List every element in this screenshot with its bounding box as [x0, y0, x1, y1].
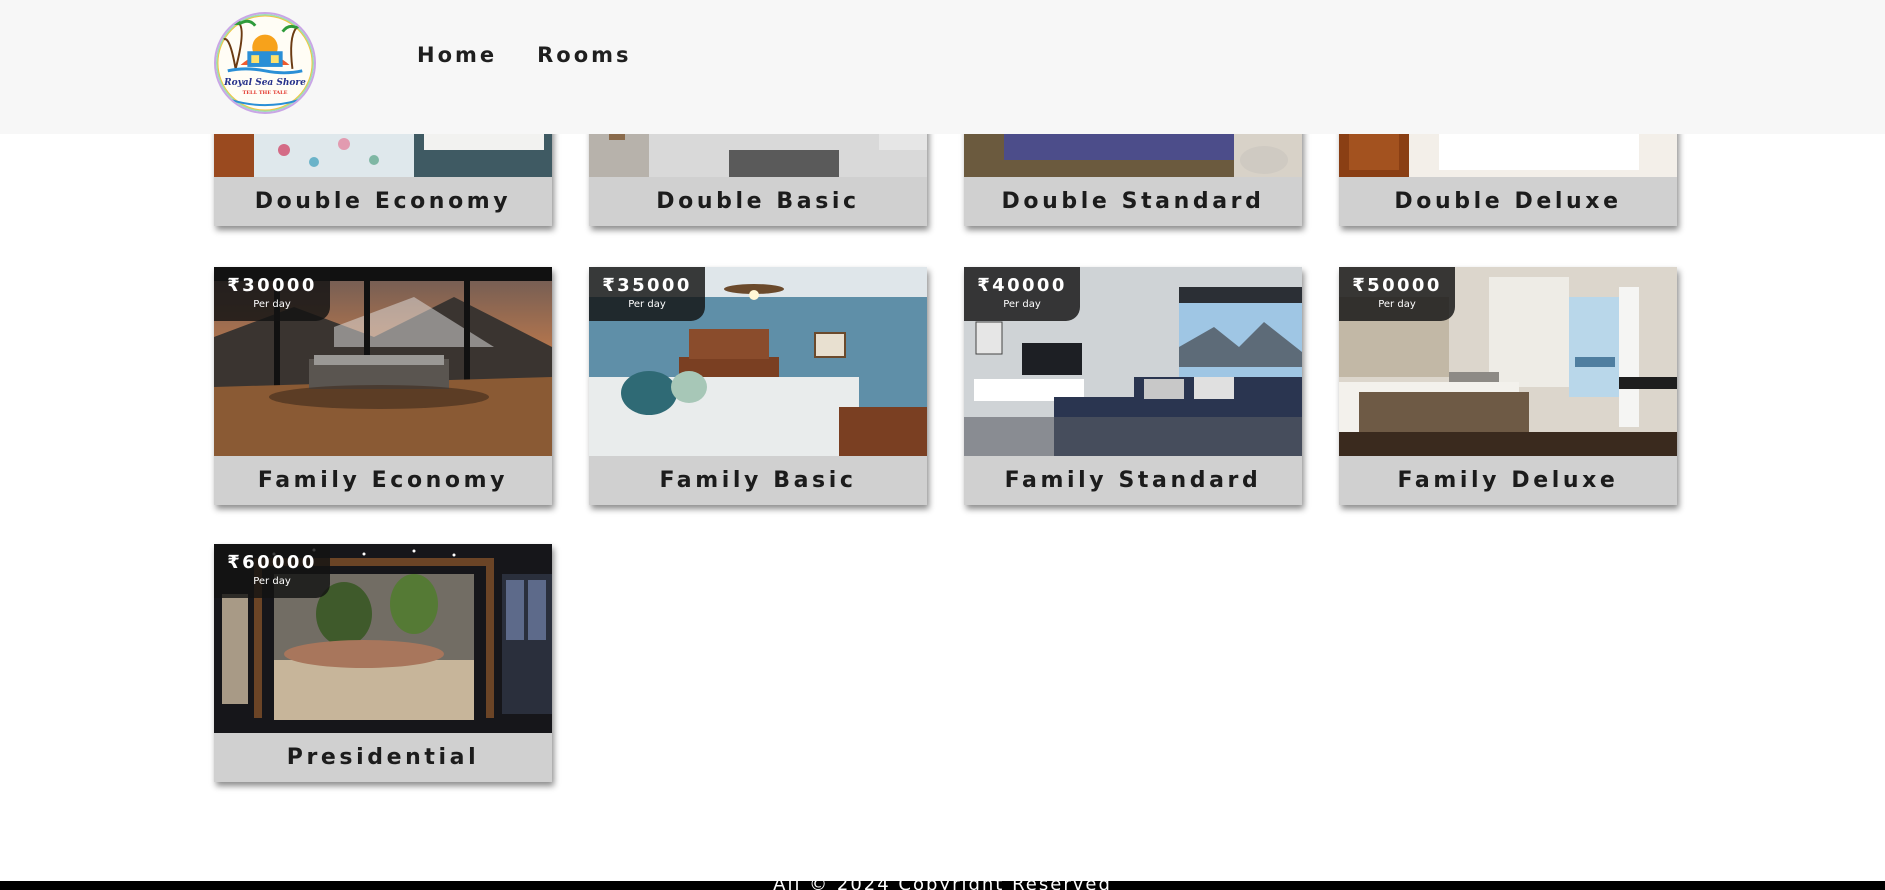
room-card-family-economy[interactable]: ₹30000 Per day Family Economy [214, 267, 552, 505]
nav-home-link[interactable]: Home [417, 43, 497, 67]
logo-tagline: TELL THE TALE [242, 90, 288, 96]
nav-rooms-link[interactable]: Rooms [537, 43, 631, 67]
price-badge: ₹60000 Per day [214, 544, 330, 598]
room-name: Presidential [214, 733, 552, 782]
room-name: Double Economy [214, 177, 552, 226]
room-name: Double Deluxe [1339, 177, 1677, 226]
price-unit: Per day [1003, 299, 1041, 310]
room-card-presidential[interactable]: ₹60000 Per day Presidential [214, 544, 552, 782]
logo-title: Royal Sea Shore [224, 78, 306, 88]
price-amount: ₹60000 [227, 552, 317, 573]
site-footer: All © 2024 Copyright Reserved [0, 881, 1885, 890]
room-card-family-standard[interactable]: ₹40000 Per day Family Standard [964, 267, 1302, 505]
main-nav: Home Rooms [417, 43, 672, 67]
royal-sea-shore-logo[interactable]: Royal Sea Shore TELL THE TALE [214, 12, 316, 114]
room-name: Family Standard [964, 456, 1302, 505]
room-card-family-deluxe[interactable]: ₹50000 Per day Family Deluxe [1339, 267, 1677, 505]
price-unit: Per day [253, 299, 291, 310]
palm-tree-hut-icon [217, 15, 313, 111]
price-amount: ₹50000 [1352, 275, 1442, 296]
site-header: Royal Sea Shore TELL THE TALE Home Rooms [0, 0, 1885, 134]
room-name: Family Deluxe [1339, 456, 1677, 505]
price-amount: ₹35000 [602, 275, 692, 296]
price-unit: Per day [1378, 299, 1416, 310]
price-badge: ₹30000 Per day [214, 267, 330, 321]
price-badge: ₹35000 Per day [589, 267, 705, 321]
price-amount: ₹40000 [977, 275, 1067, 296]
price-unit: Per day [628, 299, 666, 310]
price-unit: Per day [253, 576, 291, 587]
room-name: Family Basic [589, 456, 927, 505]
copyright-text: All © 2024 Copyright Reserved [0, 881, 1885, 890]
room-name: Double Basic [589, 177, 927, 226]
room-name: Family Economy [214, 456, 552, 505]
room-name: Double Standard [964, 177, 1302, 226]
price-badge: ₹40000 Per day [964, 267, 1080, 321]
room-card-family-basic[interactable]: ₹35000 Per day Family Basic [589, 267, 927, 505]
price-amount: ₹30000 [227, 275, 317, 296]
price-badge: ₹50000 Per day [1339, 267, 1455, 321]
